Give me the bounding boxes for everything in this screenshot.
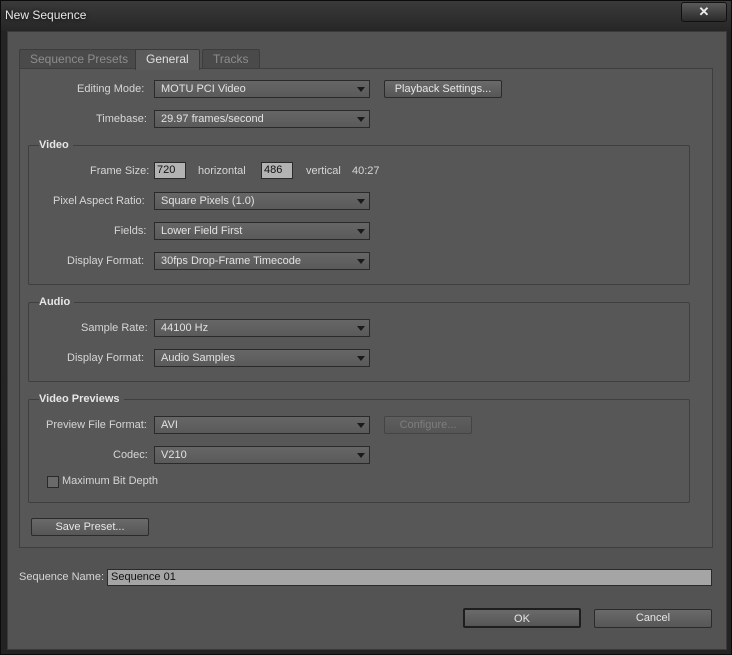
chevron-down-icon — [357, 356, 365, 361]
tab-general[interactable]: General — [135, 49, 200, 70]
codec-dropdown[interactable]: V210 — [154, 446, 370, 464]
save-preset-button[interactable]: Save Preset... — [31, 518, 149, 536]
new-sequence-dialog: New Sequence ✕ Sequence Presets General … — [0, 0, 732, 655]
fields-dropdown[interactable]: Lower Field First — [154, 222, 370, 240]
sample-rate-dropdown[interactable]: 44100 Hz — [154, 319, 370, 337]
editing-mode-label: Editing Mode: — [77, 83, 145, 95]
vertical-label: vertical — [306, 165, 341, 177]
fields-label: Fields: — [114, 225, 147, 237]
pixel-aspect-ratio-label: Pixel Aspect Ratio: — [53, 195, 145, 207]
chevron-down-icon — [357, 229, 365, 234]
sequence-name-label: Sequence Name: — [19, 571, 104, 583]
chevron-down-icon — [357, 423, 365, 428]
timebase-value: 29.97 frames/second — [161, 113, 264, 125]
title-bar[interactable]: New Sequence ✕ — [1, 1, 731, 31]
horizontal-label: horizontal — [198, 165, 246, 177]
codec-label: Codec: — [113, 449, 148, 461]
preview-file-format-label: Preview File Format: — [46, 419, 147, 431]
audio-group-title: Audio — [39, 296, 75, 308]
maximum-bit-depth-checkbox[interactable] — [47, 476, 59, 488]
tab-sequence-presets[interactable]: Sequence Presets — [19, 49, 140, 69]
playback-settings-button[interactable]: Playback Settings... — [384, 80, 502, 98]
timebase-label: Timebase: — [96, 113, 147, 125]
editing-mode-dropdown[interactable]: MOTU PCI Video — [154, 80, 370, 98]
chevron-down-icon — [357, 259, 365, 264]
general-tab-panel: Editing Mode: MOTU PCI Video Playback Se… — [19, 68, 713, 548]
tab-tracks[interactable]: Tracks — [202, 49, 260, 69]
video-previews-group-title: Video Previews — [39, 393, 124, 405]
video-display-format-value: 30fps Drop-Frame Timecode — [161, 255, 301, 267]
frame-size-label: Frame Size: — [90, 165, 150, 177]
preview-file-format-value: AVI — [161, 419, 178, 431]
maximum-bit-depth-label: Maximum Bit Depth — [62, 475, 158, 487]
chevron-down-icon — [357, 87, 365, 92]
audio-display-format-dropdown[interactable]: Audio Samples — [154, 349, 370, 367]
dialog-body: Sequence Presets General Tracks Editing … — [7, 31, 727, 650]
pixel-aspect-ratio-dropdown[interactable]: Square Pixels (1.0) — [154, 192, 370, 210]
ok-button[interactable]: OK — [463, 608, 581, 628]
configure-button[interactable]: Configure... — [384, 416, 472, 434]
audio-display-format-value: Audio Samples — [161, 352, 235, 364]
frame-width-field[interactable]: 720 — [154, 162, 186, 179]
sequence-name-input[interactable]: Sequence 01 — [107, 569, 712, 586]
chevron-down-icon — [357, 199, 365, 204]
audio-group — [28, 302, 690, 382]
audio-display-format-label: Display Format: — [67, 352, 145, 364]
sample-rate-label: Sample Rate: — [81, 322, 148, 334]
preview-file-format-dropdown[interactable]: AVI — [154, 416, 370, 434]
frame-aspect-ratio: 40:27 — [352, 165, 380, 177]
codec-value: V210 — [161, 449, 187, 461]
chevron-down-icon — [357, 326, 365, 331]
cancel-button[interactable]: Cancel — [594, 609, 712, 628]
frame-height-field[interactable]: 486 — [261, 162, 293, 179]
editing-mode-value: MOTU PCI Video — [161, 83, 246, 95]
video-group-title: Video — [39, 139, 73, 151]
fields-value: Lower Field First — [161, 225, 243, 237]
close-icon: ✕ — [698, 4, 710, 19]
window-title: New Sequence — [5, 8, 87, 22]
sample-rate-value: 44100 Hz — [161, 322, 209, 334]
chevron-down-icon — [357, 117, 365, 122]
pixel-aspect-ratio-value: Square Pixels (1.0) — [161, 195, 255, 207]
chevron-down-icon — [357, 453, 365, 458]
close-button[interactable]: ✕ — [681, 2, 727, 22]
video-display-format-dropdown[interactable]: 30fps Drop-Frame Timecode — [154, 252, 370, 270]
video-display-format-label: Display Format: — [67, 255, 145, 267]
timebase-dropdown[interactable]: 29.97 frames/second — [154, 110, 370, 128]
